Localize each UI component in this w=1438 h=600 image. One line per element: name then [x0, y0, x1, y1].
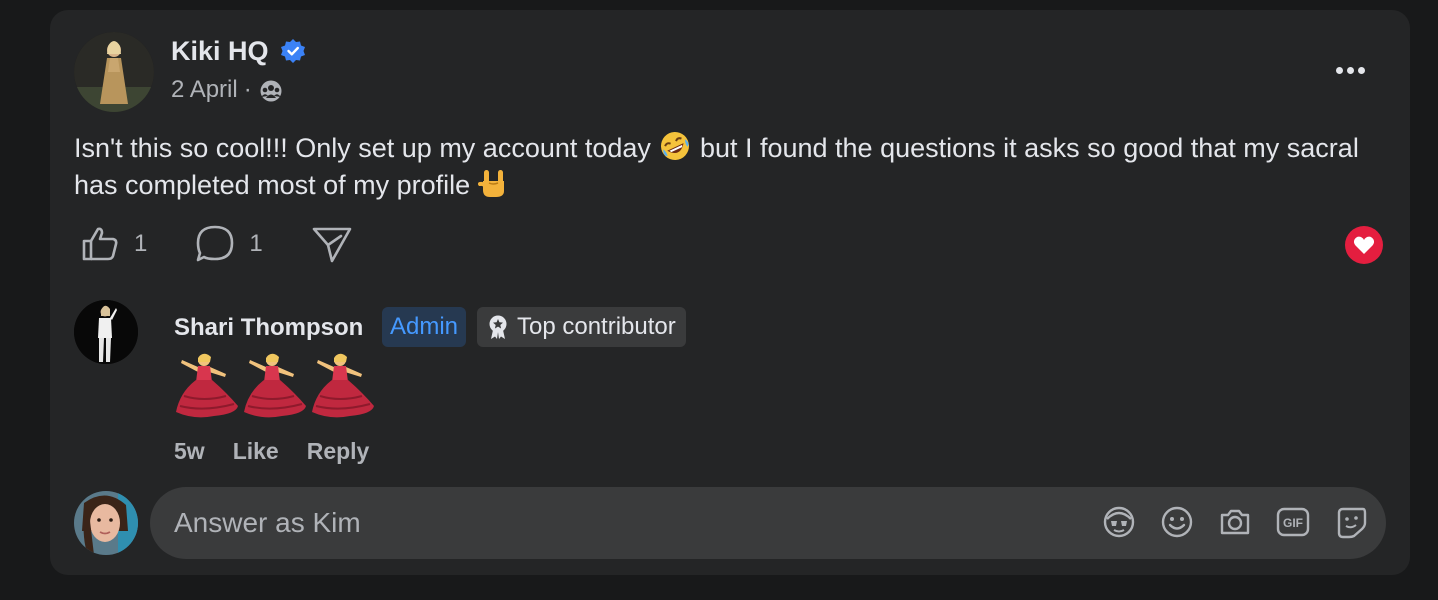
award-ribbon-icon — [489, 315, 507, 339]
comment-time[interactable]: 5w — [174, 438, 205, 465]
camera-icon[interactable] — [1218, 505, 1252, 539]
more-dot — [1346, 66, 1354, 74]
comment-actions: 5w Like Reply — [174, 438, 369, 465]
more-dot — [1357, 66, 1365, 74]
heart-icon — [1353, 236, 1375, 254]
more-options-button[interactable] — [1320, 58, 1380, 82]
more-dot — [1335, 66, 1343, 74]
like-action[interactable]: 1 — [80, 224, 147, 264]
author-name[interactable]: Kiki HQ — [171, 36, 269, 67]
comment-reply-button[interactable]: Reply — [307, 438, 370, 465]
sign-of-horns-emoji-icon — [477, 170, 504, 197]
svg-text:GIF: GIF — [1283, 516, 1303, 530]
share-action[interactable] — [311, 224, 353, 264]
current-user-avatar[interactable] — [74, 491, 138, 555]
emoji-icon[interactable] — [1160, 505, 1194, 539]
comment-action[interactable]: 1 — [195, 224, 263, 264]
comment-like-button[interactable]: Like — [233, 438, 279, 465]
reply-composer: GIF — [150, 487, 1386, 559]
like-icon — [82, 227, 118, 261]
verified-badge-icon — [281, 39, 305, 63]
meta-separator: · — [243, 76, 252, 103]
comment-icon — [197, 225, 234, 262]
like-count: 1 — [134, 230, 148, 257]
admin-badge-label: Admin — [390, 313, 459, 340]
post-date[interactable]: 2 April — [171, 76, 238, 104]
top-contributor-badge[interactable]: Top contributor — [477, 307, 686, 347]
author-avatar[interactable] — [74, 32, 154, 112]
commenter-name[interactable]: Shari Thompson — [174, 314, 363, 342]
woman-dancing-icon — [312, 353, 374, 418]
post-text: Isn't this so cool!!! Only set up my acc… — [74, 130, 1394, 204]
top-contributor-label: Top contributor — [517, 313, 676, 340]
post-actions: 1 1 — [80, 222, 401, 266]
love-reaction-badge[interactable] — [1345, 226, 1383, 264]
rolling-laughing-emoji-icon — [661, 132, 690, 160]
reply-tools: GIF — [1102, 505, 1368, 539]
admin-badge: Admin — [382, 307, 467, 347]
post-card: Kiki HQ 2 April · Isn't this so cool!!! … — [50, 10, 1410, 575]
group-audience-icon[interactable] — [258, 77, 284, 103]
share-send-icon — [312, 227, 352, 263]
woman-dancing-icon — [176, 353, 238, 418]
avatar-sticker-icon[interactable] — [1102, 505, 1136, 539]
gif-icon[interactable]: GIF — [1276, 505, 1310, 539]
woman-dancing-icon — [244, 353, 306, 418]
sticker-icon[interactable] — [1334, 505, 1368, 539]
commenter-avatar[interactable] — [74, 300, 138, 364]
post-text-part1: Isn't this so cool!!! Only set up my acc… — [74, 133, 659, 163]
reply-input[interactable] — [174, 487, 1074, 559]
comment-count: 1 — [249, 230, 263, 257]
comment-body — [174, 350, 376, 420]
post-meta: 2 April · — [171, 76, 284, 104]
